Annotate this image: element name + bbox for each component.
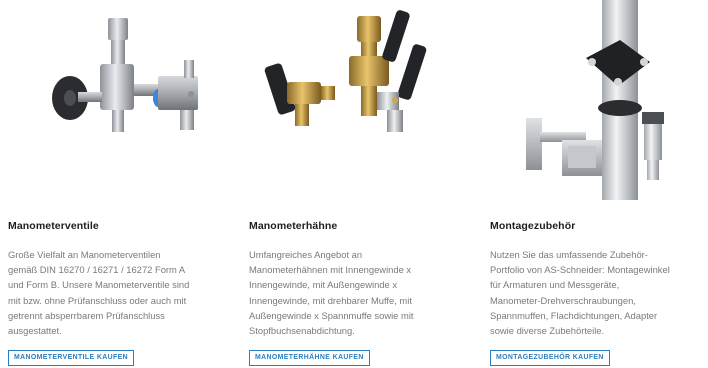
product-card-montagezubehoer: Montagezubehör Nutzen Sie das umfassende… [490, 0, 708, 368]
product-image-manometerhaehne[interactable] [249, 0, 475, 206]
description-line: Manometerhähnen mit Innengewinde x [249, 264, 412, 276]
product-description: Nutzen Sie das umfassende Zubehör- Portf… [490, 247, 708, 338]
buy-manometerhaehne-button[interactable]: MANOMETERHÄHNE KAUFEN [249, 350, 370, 366]
description-line: Manometer-Drehverschraubungen, [490, 294, 636, 306]
product-title: Montagezubehör [490, 220, 576, 232]
product-image-manometerventile[interactable] [8, 0, 234, 206]
product-title: Manometerventile [8, 220, 99, 232]
buy-montagezubehoer-button[interactable]: MONTAGEZUBEHÖR KAUFEN [490, 350, 610, 366]
description-line: Spannmuffen, Flachdichtungen, Adapter [490, 309, 658, 321]
product-grid: Manometerventile Große Vielfalt an Manom… [0, 0, 708, 368]
product-title: Manometerhähne [249, 220, 338, 232]
description-line: Portfolio von AS-Schneider: Montagewinke… [490, 264, 670, 276]
description-line: für Armaturen und Messgeräte, [490, 279, 620, 291]
description-line: gemäß DIN 16270 / 16271 / 16272 Form A [8, 264, 186, 276]
description-line: Stopfbuchsenabdichtung. [249, 325, 355, 337]
description-line: ausgestattet. [8, 325, 62, 337]
product-description: Umfangreiches Angebot an Manometerhähnen… [249, 247, 471, 338]
description-line: Nutzen Sie das umfassende Zubehör- [490, 249, 648, 260]
product-image-montagezubehoer[interactable] [490, 0, 708, 206]
description-line: sowie diverse Zubehörteile. [490, 325, 605, 337]
description-line: Große Vielfalt an Manometerventilen [8, 249, 161, 260]
product-description: Große Vielfalt an Manometerventilen gemä… [8, 247, 230, 338]
description-line: Umfangreiches Angebot an [249, 249, 363, 260]
description-line: getrennt absperrbarem Prüfanschluss [8, 309, 165, 321]
product-card-manometerventile: Manometerventile Große Vielfalt an Manom… [8, 0, 234, 368]
buy-manometerventile-button[interactable]: MANOMETERVENTILE KAUFEN [8, 350, 134, 366]
description-line: Außengewinde x Spannmuffe sowie mit [249, 309, 414, 321]
description-line: mit bzw. ohne Prüfanschluss oder auch mi… [8, 294, 187, 306]
product-card-manometerhaehne: Manometerhähne Umfangreiches Angebot an … [249, 0, 475, 368]
description-line: Innengewinde, mit Außengewinde x [249, 279, 398, 291]
description-line: Innengewinde, mit drehbarer Muffe, mit [249, 294, 412, 306]
description-line: und Form B. Unsere Manometerventile sind [8, 279, 190, 291]
